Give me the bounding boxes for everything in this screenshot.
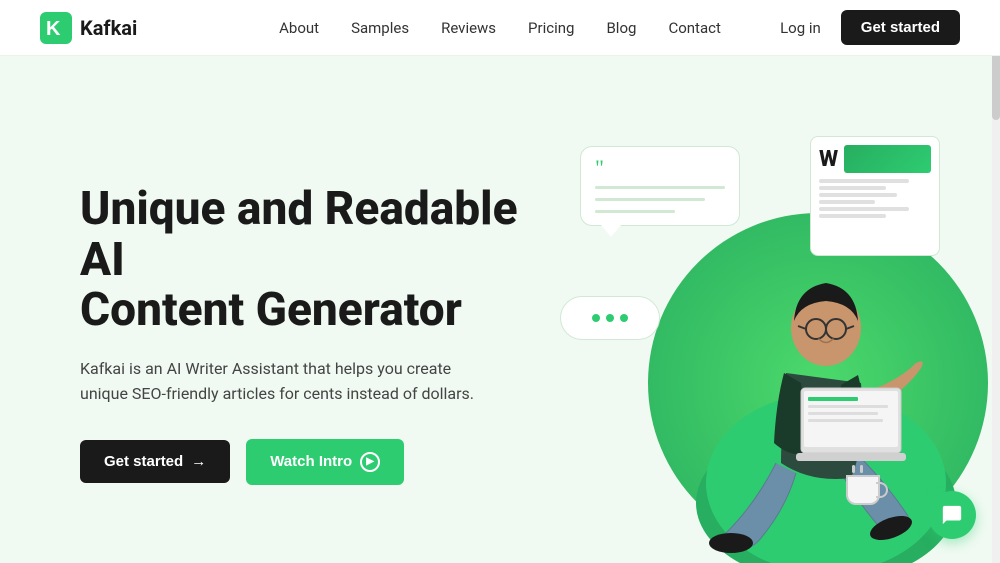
- cup-steam: [852, 465, 880, 473]
- logo[interactable]: K Kafkai: [40, 12, 137, 44]
- coffee-cup: [846, 465, 880, 503]
- navbar: K Kafkai About Samples Reviews Pricing B…: [0, 0, 1000, 56]
- dot-3: [620, 314, 628, 322]
- wavy-decoration: [905, 498, 930, 508]
- hero-section: Unique and Readable AI Content Generator…: [0, 56, 1000, 563]
- hero-title: Unique and Readable AI Content Generator: [80, 184, 560, 336]
- hero-illustration: " W: [560, 106, 940, 563]
- svg-text:K: K: [46, 18, 61, 40]
- nav-about[interactable]: About: [279, 19, 319, 37]
- chat-icon: [941, 504, 963, 526]
- nav-contact[interactable]: Contact: [668, 19, 720, 37]
- navbar-right: Log in Get started: [780, 10, 960, 45]
- steam-1: [852, 465, 855, 473]
- kafkai-logo-icon: K: [40, 12, 72, 44]
- nav-blog[interactable]: Blog: [606, 19, 636, 37]
- hero-buttons: Get started → Watch Intro ▶: [80, 439, 560, 485]
- scrollbar[interactable]: [992, 0, 1000, 563]
- steam-2: [860, 465, 863, 473]
- chat-fab-button[interactable]: [928, 491, 976, 539]
- hero-get-started-button[interactable]: Get started →: [80, 440, 230, 483]
- play-icon: ▶: [360, 452, 380, 472]
- hero-subtitle: Kafkai is an AI Writer Assistant that he…: [80, 356, 480, 407]
- wavy-line-2: [905, 505, 930, 508]
- dot-1: [592, 314, 600, 322]
- nav-get-started-button[interactable]: Get started: [841, 10, 960, 45]
- nav-pricing[interactable]: Pricing: [528, 19, 574, 37]
- login-link[interactable]: Log in: [780, 19, 821, 37]
- hero-watch-intro-button[interactable]: Watch Intro ▶: [246, 439, 404, 485]
- nav-links: About Samples Reviews Pricing Blog Conta…: [279, 19, 721, 37]
- nav-reviews[interactable]: Reviews: [441, 19, 496, 37]
- dot-2: [606, 314, 614, 322]
- logo-text: Kafkai: [80, 16, 137, 40]
- arrow-icon: →: [191, 453, 206, 470]
- cup-body: [846, 475, 880, 505]
- wavy-line-1: [905, 498, 930, 501]
- hero-content: Unique and Readable AI Content Generator…: [80, 184, 560, 485]
- nav-samples[interactable]: Samples: [351, 19, 409, 37]
